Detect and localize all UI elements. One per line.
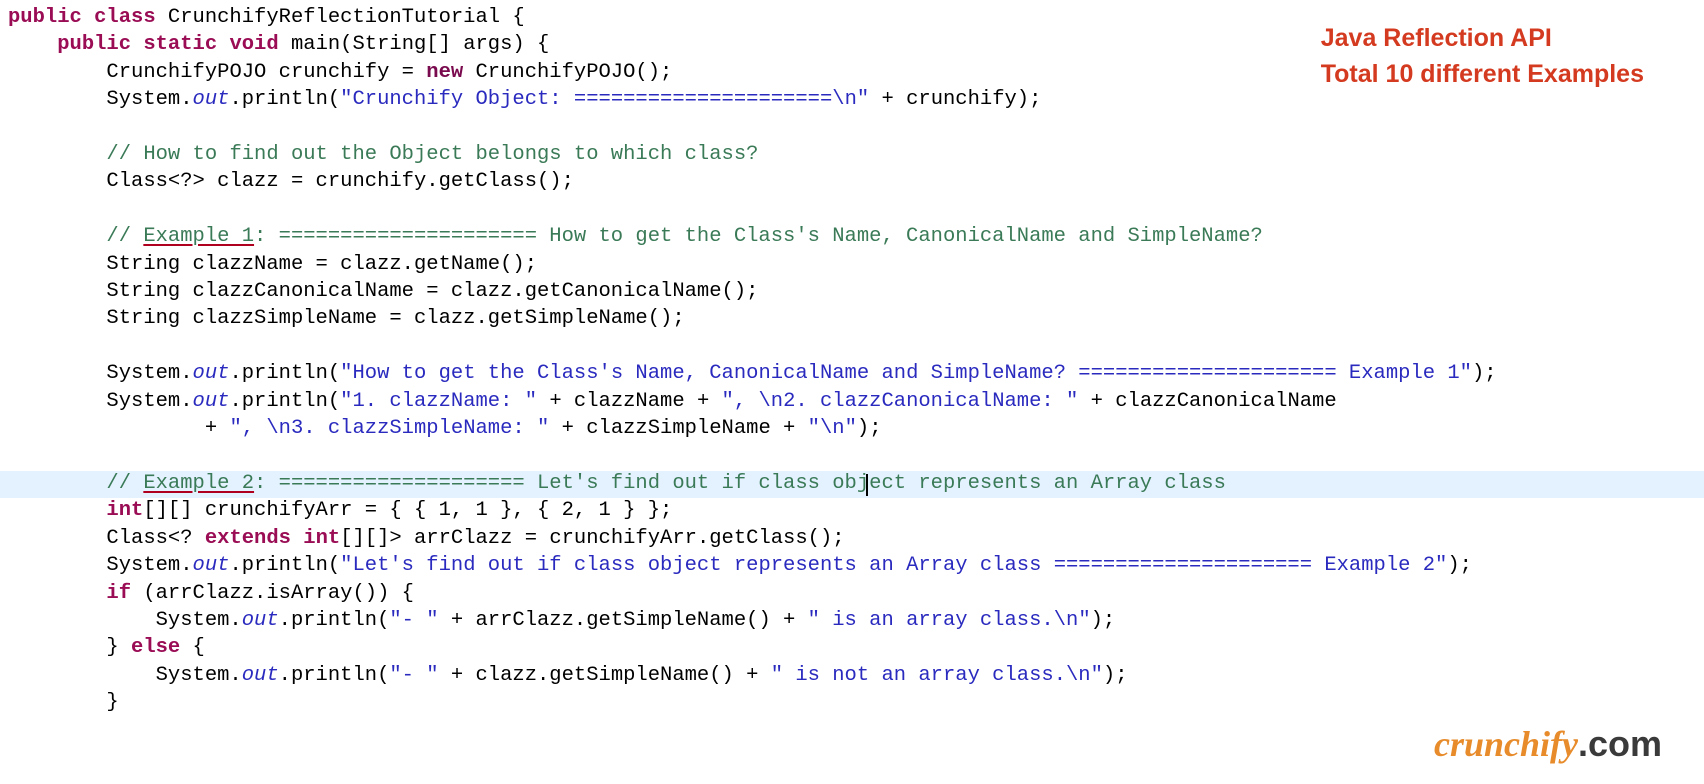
annotation-line-1: Java Reflection API bbox=[1321, 20, 1644, 56]
annotation-box: Java Reflection API Total 10 different E… bbox=[1321, 20, 1644, 93]
logo-tld: .com bbox=[1578, 723, 1662, 764]
code-editor[interactable]: public class CrunchifyReflectionTutorial… bbox=[0, 0, 1704, 717]
text-cursor bbox=[866, 474, 868, 496]
logo-brand: crunchify bbox=[1434, 724, 1578, 764]
crunchify-logo: crunchify.com bbox=[1434, 730, 1662, 758]
annotation-line-2: Total 10 different Examples bbox=[1321, 56, 1644, 92]
